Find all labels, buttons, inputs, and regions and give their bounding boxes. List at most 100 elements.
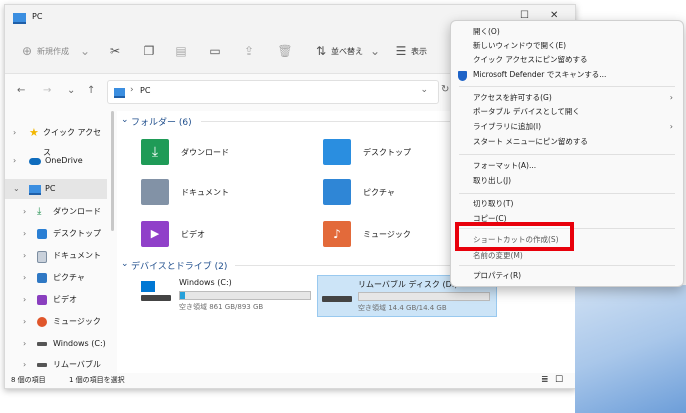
- windows-logo-icon: [141, 281, 155, 292]
- paste-icon[interactable]: ▤: [173, 43, 189, 59]
- sidebar-scrollbar[interactable]: [111, 111, 114, 231]
- sidebar-item-pc[interactable]: ⌄ PC: [5, 179, 107, 199]
- tiles-view-icon[interactable]: ☐: [555, 373, 563, 388]
- sidebar-item-music[interactable]: › ミュージック: [5, 312, 107, 332]
- sidebar-item-label: PC: [45, 184, 56, 193]
- expand-chevron-icon[interactable]: ›: [23, 202, 26, 222]
- address-dropdown-icon[interactable]: ⌄: [420, 85, 428, 95]
- folder-tile-downloads[interactable]: ⤓ ダウンロード: [141, 139, 311, 167]
- menu-item-eject[interactable]: 取り出し(J): [473, 174, 511, 188]
- menu-item-rename[interactable]: 名前の変更(M): [473, 249, 523, 263]
- pictures-folder-icon: [323, 179, 351, 205]
- sidebar-item-quick-access[interactable]: › ★ クイック アクセス: [5, 123, 107, 157]
- download-icon: ⤓: [37, 206, 42, 217]
- menu-item-format[interactable]: フォーマット(A)...: [473, 159, 536, 173]
- chevron-down-icon: ⌄: [369, 44, 381, 58]
- annotation-highlight-box: [455, 222, 574, 251]
- expand-chevron-icon[interactable]: ›: [13, 151, 16, 171]
- status-bar: 8 個の項目 1 個の項目を選択 ≣ ☐: [5, 373, 575, 388]
- defender-shield-icon: [458, 71, 467, 81]
- view-button[interactable]: 表示: [411, 44, 427, 60]
- cloud-icon: [29, 158, 41, 165]
- sidebar-item-label: デスクトップ: [53, 229, 101, 238]
- sort-icon: ⇅: [315, 44, 327, 58]
- sidebar-item-downloads[interactable]: › ⤓ ダウンロード: [5, 202, 107, 222]
- menu-item-pin-start[interactable]: スタート メニューにピン留めする: [473, 135, 588, 149]
- menu-item-properties[interactable]: プロパティ(R): [473, 269, 521, 283]
- sidebar-item-onedrive[interactable]: › OneDrive: [5, 151, 107, 171]
- documents-folder-icon: [141, 179, 169, 205]
- refresh-icon[interactable]: ↻: [441, 84, 449, 95]
- menu-item-open-portable[interactable]: ポータブル デバイスとして開く: [473, 105, 580, 119]
- removable-drive-icon: [322, 296, 352, 302]
- folders-group-header[interactable]: フォルダー (6): [131, 115, 192, 128]
- menu-item-cut[interactable]: 切り取り(T): [473, 197, 513, 211]
- menu-item-add-to-library[interactable]: ライブラリに追加(I): [473, 120, 541, 134]
- pc-icon: [114, 88, 125, 98]
- folder-label: ダウンロード: [181, 148, 229, 157]
- sidebar-item-desktop[interactable]: › デスクトップ: [5, 224, 107, 244]
- drives-group-header[interactable]: デバイスとドライブ (2): [131, 259, 227, 272]
- drive-label: Windows (C:): [179, 278, 232, 287]
- recent-chevron-icon[interactable]: ⌄: [67, 85, 75, 96]
- forward-arrow-icon[interactable]: →: [43, 85, 51, 96]
- folder-label: ビデオ: [181, 230, 205, 239]
- rename-icon[interactable]: ▭: [207, 43, 223, 59]
- view-icon: ☰: [395, 44, 407, 58]
- expand-chevron-icon[interactable]: ›: [23, 290, 26, 310]
- desktop-folder-icon: [323, 139, 351, 165]
- expand-chevron-icon[interactable]: ›: [23, 334, 26, 354]
- sidebar-item-label: ミュージック: [53, 317, 101, 326]
- sort-button[interactable]: 並べ替え: [331, 44, 363, 60]
- drive-tile-windows[interactable]: Windows (C:) 空き領域 861 GB/893 GB: [139, 275, 315, 315]
- delete-icon[interactable]: 🗑: [277, 43, 293, 59]
- menu-item-open-new-window[interactable]: 新しいウィンドウで開く(E): [473, 39, 566, 53]
- document-icon: [37, 251, 47, 263]
- folder-tile-documents[interactable]: ドキュメント: [141, 179, 311, 207]
- videos-folder-icon: ▶: [141, 221, 169, 247]
- expand-chevron-icon[interactable]: ›: [23, 268, 26, 288]
- folder-tile-videos[interactable]: ▶ ビデオ: [141, 221, 311, 249]
- expand-chevron-icon[interactable]: ›: [13, 123, 16, 143]
- sidebar-item-windows-drive[interactable]: › Windows (C:): [5, 334, 107, 354]
- music-icon: [37, 317, 47, 327]
- up-arrow-icon[interactable]: ↑: [87, 85, 95, 96]
- sidebar-item-pictures[interactable]: › ピクチャ: [5, 268, 107, 288]
- pictures-icon: [37, 273, 47, 283]
- item-count: 8 個の項目: [11, 376, 46, 384]
- share-icon[interactable]: ⇪: [241, 43, 257, 59]
- collapse-chevron-icon[interactable]: ⌄: [13, 179, 20, 199]
- cut-icon[interactable]: ✂: [107, 43, 123, 59]
- navigation-pane: › ★ クイック アクセス › OneDrive ⌄ PC › ⤓ ダウンロード…: [5, 111, 109, 373]
- breadcrumb[interactable]: PC: [140, 86, 150, 95]
- expand-chevron-icon[interactable]: ›: [23, 246, 26, 266]
- copy-icon[interactable]: ❐: [141, 43, 157, 59]
- sidebar-item-removable-drive[interactable]: › リムーバブル ディス: [5, 355, 107, 369]
- expand-chevron-icon[interactable]: ›: [23, 312, 26, 332]
- group-chevron-icon[interactable]: ⌄: [121, 115, 129, 125]
- sidebar-item-documents[interactable]: › ドキュメント: [5, 246, 107, 266]
- menu-item-pin-quick-access[interactable]: クイック アクセスにピン留めする: [473, 53, 588, 67]
- expand-chevron-icon[interactable]: ›: [23, 224, 26, 244]
- pc-icon: [29, 185, 41, 195]
- menu-item-defender-scan[interactable]: Microsoft Defender でスキャンする...: [473, 68, 606, 82]
- star-icon: ★: [29, 126, 39, 139]
- details-view-icon[interactable]: ≣: [541, 373, 549, 388]
- group-chevron-icon[interactable]: ⌄: [121, 259, 129, 269]
- back-arrow-icon[interactable]: ←: [17, 85, 25, 96]
- menu-separator: [459, 193, 675, 194]
- drive-free-space: 空き領域 861 GB/893 GB: [179, 303, 264, 311]
- window-title: PC: [32, 12, 43, 21]
- new-button[interactable]: 新規作成: [37, 44, 69, 60]
- sidebar-item-videos[interactable]: › ビデオ: [5, 290, 107, 310]
- sidebar-item-label: Windows (C:): [53, 339, 106, 348]
- menu-item-open[interactable]: 開く(O): [473, 25, 500, 39]
- breadcrumb-chevron-icon[interactable]: ›: [130, 85, 134, 95]
- menu-separator: [459, 154, 675, 155]
- drive-label: リムーバブル ディスク (D:): [358, 280, 458, 289]
- drive-free-space: 空き領域 14.4 GB/14.4 GB: [358, 304, 447, 312]
- sidebar-item-label: リムーバブル ディス: [53, 360, 101, 369]
- menu-item-grant-access[interactable]: アクセスを許可する(G): [473, 91, 552, 105]
- expand-chevron-icon[interactable]: ›: [23, 355, 26, 369]
- address-bar[interactable]: › PC ⌄: [107, 80, 439, 104]
